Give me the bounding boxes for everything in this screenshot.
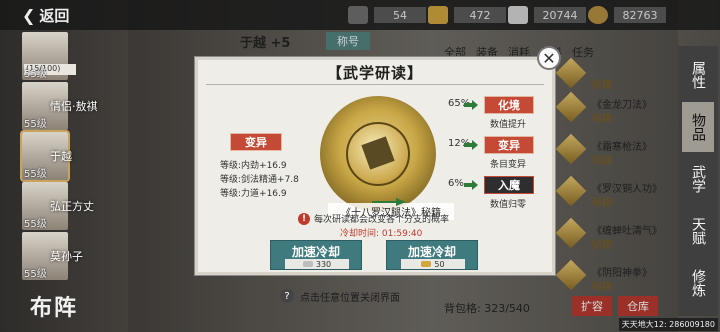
warning-row: ! 每次研读都会改变各个分支的概率 bbox=[298, 212, 449, 225]
hero-name: 莫孙子 bbox=[50, 250, 83, 263]
speed-up-gold-button[interactable]: 加速冷却 50 bbox=[386, 240, 478, 270]
outcome-chance: 6% bbox=[448, 178, 464, 189]
gold-bar-icon bbox=[421, 261, 432, 267]
hero-level: 55级 bbox=[24, 219, 47, 230]
hero-name: 情侣·敖祺 bbox=[50, 100, 98, 113]
hero-list: (15/100) 55级 情侣·敖祺 55级 于越 55级 弘正方丈 55级 莫… bbox=[0, 28, 128, 308]
side-nav-items[interactable]: 物品 bbox=[682, 102, 714, 152]
arrow-right-icon bbox=[464, 100, 478, 110]
cost-value: 330 bbox=[315, 259, 332, 269]
outcome-label: 化境 bbox=[484, 96, 534, 114]
close-hint[interactable]: ? 点击任意位置关闭界面 bbox=[280, 288, 470, 304]
outcome-label: 变异 bbox=[484, 136, 534, 154]
side-nav-martial[interactable]: 武学 bbox=[682, 154, 714, 204]
side-nav: 属性 物品 武学 天赋 修炼 bbox=[678, 46, 718, 316]
arrow-right-icon bbox=[464, 180, 478, 190]
outcome-desc: 条目变异 bbox=[490, 160, 527, 170]
outcome-row: 65% 化境 数值提升 bbox=[448, 96, 548, 130]
alert-icon: ! bbox=[298, 212, 310, 225]
speed-up-label: 加速冷却 bbox=[291, 245, 340, 259]
hero-card[interactable]: 莫孙子 55级 bbox=[0, 232, 118, 280]
cost-tag: 330 bbox=[285, 259, 349, 269]
hero-name: 弘正方丈 bbox=[50, 200, 94, 213]
hero-level: 55级 bbox=[24, 69, 47, 80]
divider bbox=[206, 84, 544, 85]
chevron-left-icon: ❮ bbox=[22, 5, 36, 25]
warning-text: 每次研读都会改变各个分支的概率 bbox=[314, 215, 450, 225]
question-icon: ? bbox=[280, 289, 294, 303]
hero-card-selected[interactable]: 于越 55级 bbox=[0, 130, 118, 182]
outcome-row: 6% 入魔 数值归零 bbox=[448, 176, 548, 210]
study-modal: 【武学研读】 变异 等级:内劲+16.9 等级:剑法精通+7.8 等级:力道+1… bbox=[195, 57, 555, 275]
back-button[interactable]: ❮ 返回 bbox=[22, 4, 69, 26]
hero-level: 55级 bbox=[24, 119, 47, 130]
silver-ingot-icon bbox=[302, 261, 313, 267]
arrow-right-icon bbox=[464, 140, 478, 150]
hero-card[interactable]: 情侣·敖祺 55级 bbox=[0, 82, 118, 130]
back-label: 返回 bbox=[39, 6, 70, 25]
mutate-label: 变异 bbox=[230, 133, 282, 151]
side-nav-attributes[interactable]: 属性 bbox=[682, 50, 714, 100]
stat-line: 等级:剑法精通+7.8 bbox=[220, 175, 299, 185]
arrow-right-icon bbox=[372, 198, 406, 206]
close-button[interactable]: ✕ bbox=[537, 46, 561, 70]
formation-button[interactable]: 布阵 bbox=[30, 290, 110, 326]
hero-card[interactable]: (15/100) 55级 bbox=[0, 32, 118, 80]
hero-name: 于越 bbox=[50, 150, 72, 163]
side-nav-talent[interactable]: 天赋 bbox=[682, 206, 714, 256]
stat-line: 等级:内劲+16.9 bbox=[220, 161, 287, 171]
speed-up-label: 加速冷却 bbox=[407, 245, 456, 259]
outcome-desc: 数值提升 bbox=[490, 120, 527, 130]
close-hint-text: 点击任意位置关闭界面 bbox=[300, 292, 400, 304]
hero-card[interactable]: 弘正方丈 55级 bbox=[0, 182, 118, 230]
close-icon: ✕ bbox=[542, 48, 556, 68]
side-nav-cultivate[interactable]: 修炼 bbox=[682, 258, 714, 308]
modal-title: 【武学研读】 bbox=[326, 64, 423, 82]
cost-value: 50 bbox=[434, 259, 445, 269]
footer-id: 天天地大12: 286009180 bbox=[618, 318, 718, 331]
cost-tag: 50 bbox=[401, 259, 465, 269]
stat-line: 等级:力道+16.9 bbox=[220, 189, 287, 199]
cooldown-timer: 冷却时间: 01:59:40 bbox=[340, 229, 423, 239]
speed-up-silver-button[interactable]: 加速冷却 330 bbox=[270, 240, 362, 270]
outcome-row: 12% 变异 条目变异 bbox=[448, 136, 548, 170]
outcome-label: 入魔 bbox=[484, 176, 534, 194]
skill-book-medal[interactable]: 《十八罗汉腿法》秘籍 bbox=[320, 96, 454, 220]
outcome-desc: 数值归零 bbox=[490, 200, 527, 210]
hero-level: 55级 bbox=[24, 269, 47, 280]
hero-level: 55级 bbox=[24, 169, 47, 180]
